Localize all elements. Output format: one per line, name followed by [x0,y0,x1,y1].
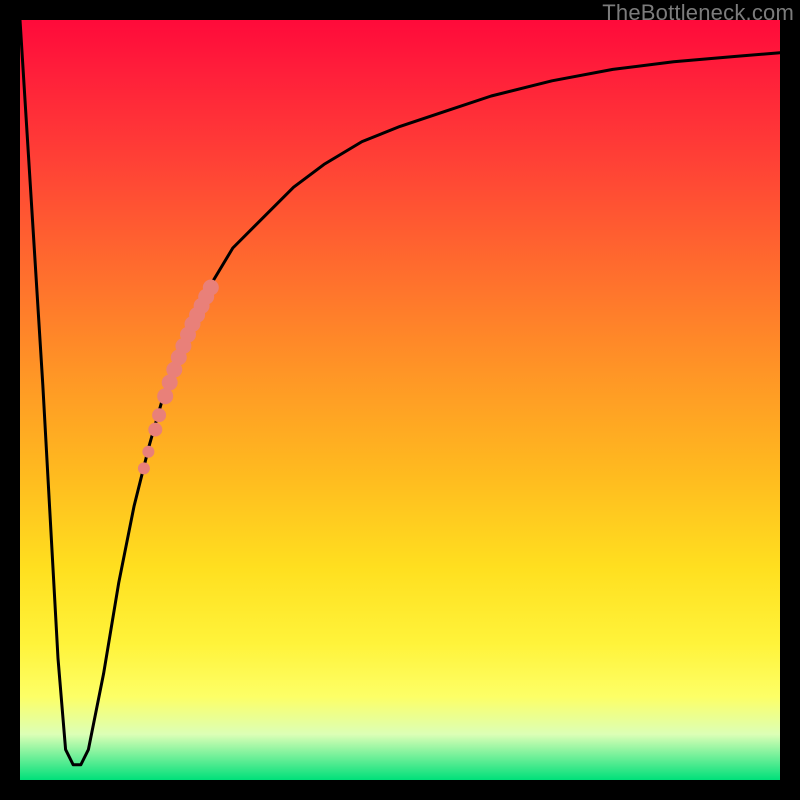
chart-frame: TheBottleneck.com [0,0,800,800]
data-marker [203,280,219,296]
bottleneck-curve [20,20,780,765]
data-marker [142,446,154,458]
chart-svg [20,20,780,780]
data-marker [138,462,150,474]
data-marker [148,423,162,437]
plot-area [20,20,780,780]
data-marker [152,408,166,422]
data-marker [157,388,173,404]
watermark-text: TheBottleneck.com [602,0,794,26]
